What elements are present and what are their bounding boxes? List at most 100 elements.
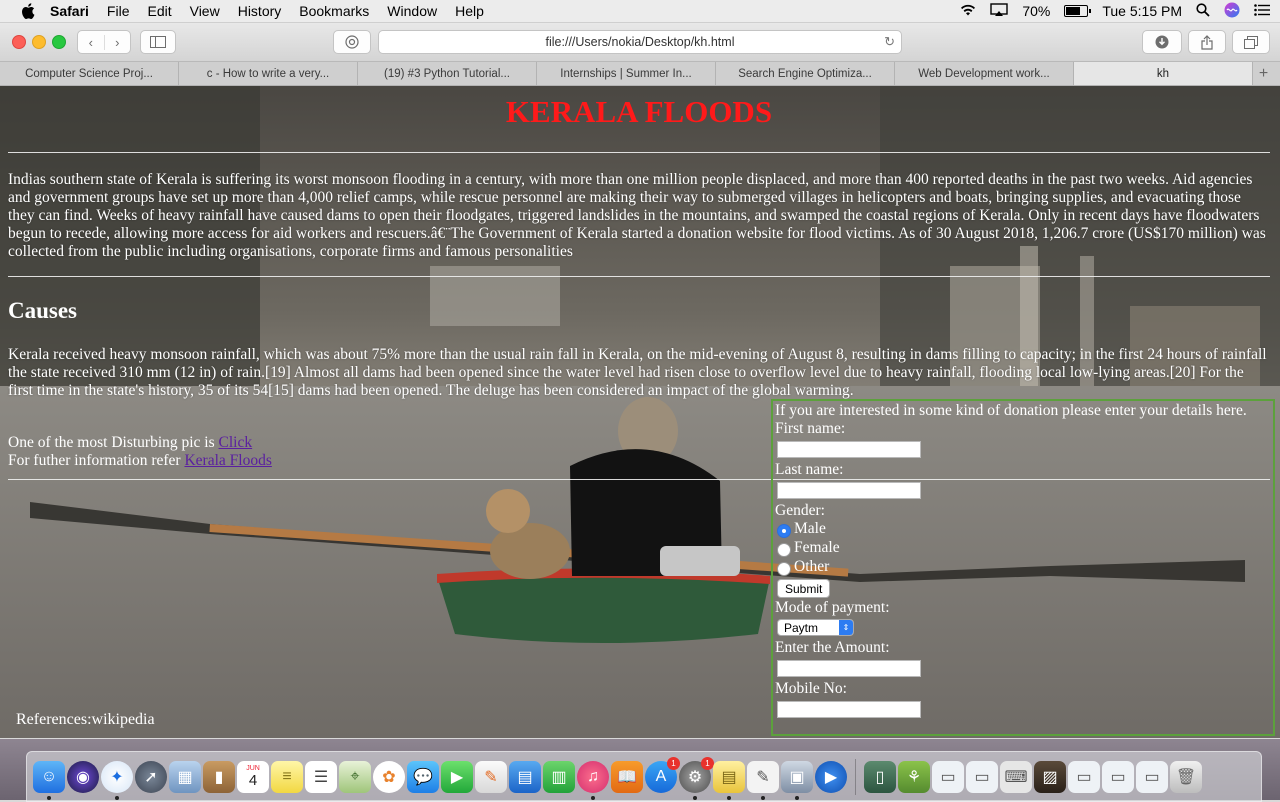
preview-icon[interactable]: ▦ [169,760,201,793]
tab-seo[interactable]: Search Engine Optimiza... [716,62,895,85]
tab-kh[interactable]: kh [1074,62,1253,85]
tab-c-how-to-write[interactable]: c - How to write a very... [179,62,358,85]
window-zoom-button[interactable] [52,35,66,49]
trash-icon[interactable]: 🗑 [1170,760,1202,793]
kerala-floods-link[interactable]: Kerala Floods [184,452,271,469]
launchpad-icon[interactable]: ➚ [135,760,167,793]
dock-separator [855,758,856,795]
menu-help[interactable]: Help [455,3,484,19]
tab-bar: Computer Science Proj... c - How to writ… [0,62,1280,86]
ibooks-icon[interactable]: 📖 [611,760,643,793]
sidebar-toggle-button[interactable] [140,30,176,54]
menu-view[interactable]: View [190,3,220,19]
menu-file[interactable]: File [107,3,130,19]
siri-dock-icon[interactable]: ◉ [67,760,99,793]
gender-male-label: Male [794,520,826,537]
gender-other-radio[interactable] [777,562,791,576]
amount-field[interactable] [777,660,921,677]
first-name-field[interactable] [777,441,921,458]
quicktime-icon[interactable]: ▶ [815,760,847,793]
itunes-icon[interactable]: ♫ [577,760,609,800]
form-intro-text: If you are interested in some kind of do… [775,402,1247,419]
document-thumbnail-icon[interactable]: ▭ [1102,760,1134,793]
stickies-icon[interactable]: ▤ [713,760,745,800]
divider [8,152,1270,153]
reload-icon[interactable]: ↻ [884,34,895,50]
first-name-label: First name: [775,420,846,437]
android-studio-icon[interactable]: ▯ [864,760,896,793]
select-arrows-icon: ⇕ [839,620,853,635]
downloads-button[interactable] [1142,30,1182,54]
spotlight-search-icon[interactable] [1196,2,1210,20]
clock[interactable]: Tue 5:15 PM [1102,3,1182,19]
image-thumbnail-icon[interactable]: ▨ [1034,760,1066,793]
safari-icon[interactable]: ✦ [101,760,133,800]
menu-window[interactable]: Window [387,3,437,19]
notification-center-icon[interactable] [1254,3,1270,19]
gender-label: Gender: [775,502,825,519]
menu-history[interactable]: History [238,3,282,19]
system-preferences-icon[interactable]: ⚙ 1 [679,756,714,800]
numbers-icon[interactable]: ▥ [543,760,575,793]
pages-icon[interactable]: ✎ [475,760,507,793]
mobile-label: Mobile No: [775,680,847,697]
window-minimize-button[interactable] [32,35,46,49]
gender-female-label: Female [794,539,840,556]
airplay-icon[interactable] [990,2,1009,20]
payment-mode-select[interactable]: Paytm ⇕ [777,619,854,636]
document-thumbnail-icon[interactable]: ▭ [966,760,998,793]
siri-icon[interactable] [1224,2,1240,21]
tab-overview-button[interactable] [1232,30,1270,54]
mobile-number-field[interactable] [777,701,921,718]
tabs-icon [1244,35,1258,49]
back-forward-group: ‹ › [77,30,131,54]
submit-button[interactable]: Submit [777,579,831,598]
window-close-button[interactable] [12,35,26,49]
last-name-field[interactable] [777,482,921,499]
menu-edit[interactable]: Edit [147,3,171,19]
privacy-report-button[interactable] [333,30,371,54]
keynote-icon[interactable]: ▤ [509,760,541,793]
maps-icon[interactable]: ⌖ [339,760,371,793]
share-icon [1201,34,1213,50]
back-button[interactable]: ‹ [78,34,105,50]
image-capture-icon[interactable]: ▣ [781,760,813,800]
share-button[interactable] [1188,30,1226,54]
menu-bookmarks[interactable]: Bookmarks [299,3,369,19]
app-store-icon[interactable]: A1 [645,756,680,793]
finder-icon[interactable]: ☺ [33,760,65,800]
payment-mode-value: Paytm [784,620,819,635]
intro-paragraph: Indias southern state of Kerala is suffe… [8,171,1266,260]
gender-male-radio[interactable] [777,524,791,538]
tab-computer-science-projects[interactable]: Computer Science Proj... [0,62,179,85]
reminders-icon[interactable]: ☰ [305,760,337,793]
contacts-icon[interactable]: ▮ [203,760,235,793]
keyboard-thumbnail-icon[interactable]: ⌨ [1000,760,1032,793]
tab-web-development[interactable]: Web Development work... [895,62,1074,85]
address-bar[interactable]: file:///Users/nokia/Desktop/kh.html ↻ [378,30,902,54]
document-thumbnail-icon[interactable]: ▭ [1136,760,1168,793]
android-icon[interactable]: ⚘ [898,760,930,793]
facetime-icon[interactable]: ▶ [441,760,473,793]
sidebar-icon [150,36,166,48]
tab-internships[interactable]: Internships | Summer In... [537,62,716,85]
battery-percent: 70% [1022,3,1051,19]
menu-app-safari[interactable]: Safari [50,3,89,19]
gender-female-radio[interactable] [777,543,791,557]
browser-toolbar: ‹ › file:///Users/nokia/Desktop/kh.html … [0,23,1280,62]
new-tab-button[interactable]: + [1253,62,1274,85]
apple-menu-icon[interactable] [20,3,36,19]
notes-icon[interactable]: ≡ [271,760,303,793]
causes-heading: Causes [8,298,78,323]
photos-icon[interactable]: ✿ [373,760,405,793]
textedit-icon[interactable]: ✎ [747,760,779,800]
calendar-icon[interactable]: JUN 4 [237,760,269,793]
document-thumbnail-icon[interactable]: ▭ [1068,760,1100,793]
tab-python-tutorial[interactable]: (19) #3 Python Tutorial... [358,62,537,85]
wifi-icon[interactable] [960,3,976,19]
battery-icon[interactable] [1064,5,1092,17]
document-thumbnail-icon[interactable]: ▭ [932,760,964,793]
messages-icon[interactable]: 💬 [407,760,439,793]
click-link[interactable]: Click [219,434,253,451]
forward-button[interactable]: › [105,35,131,50]
